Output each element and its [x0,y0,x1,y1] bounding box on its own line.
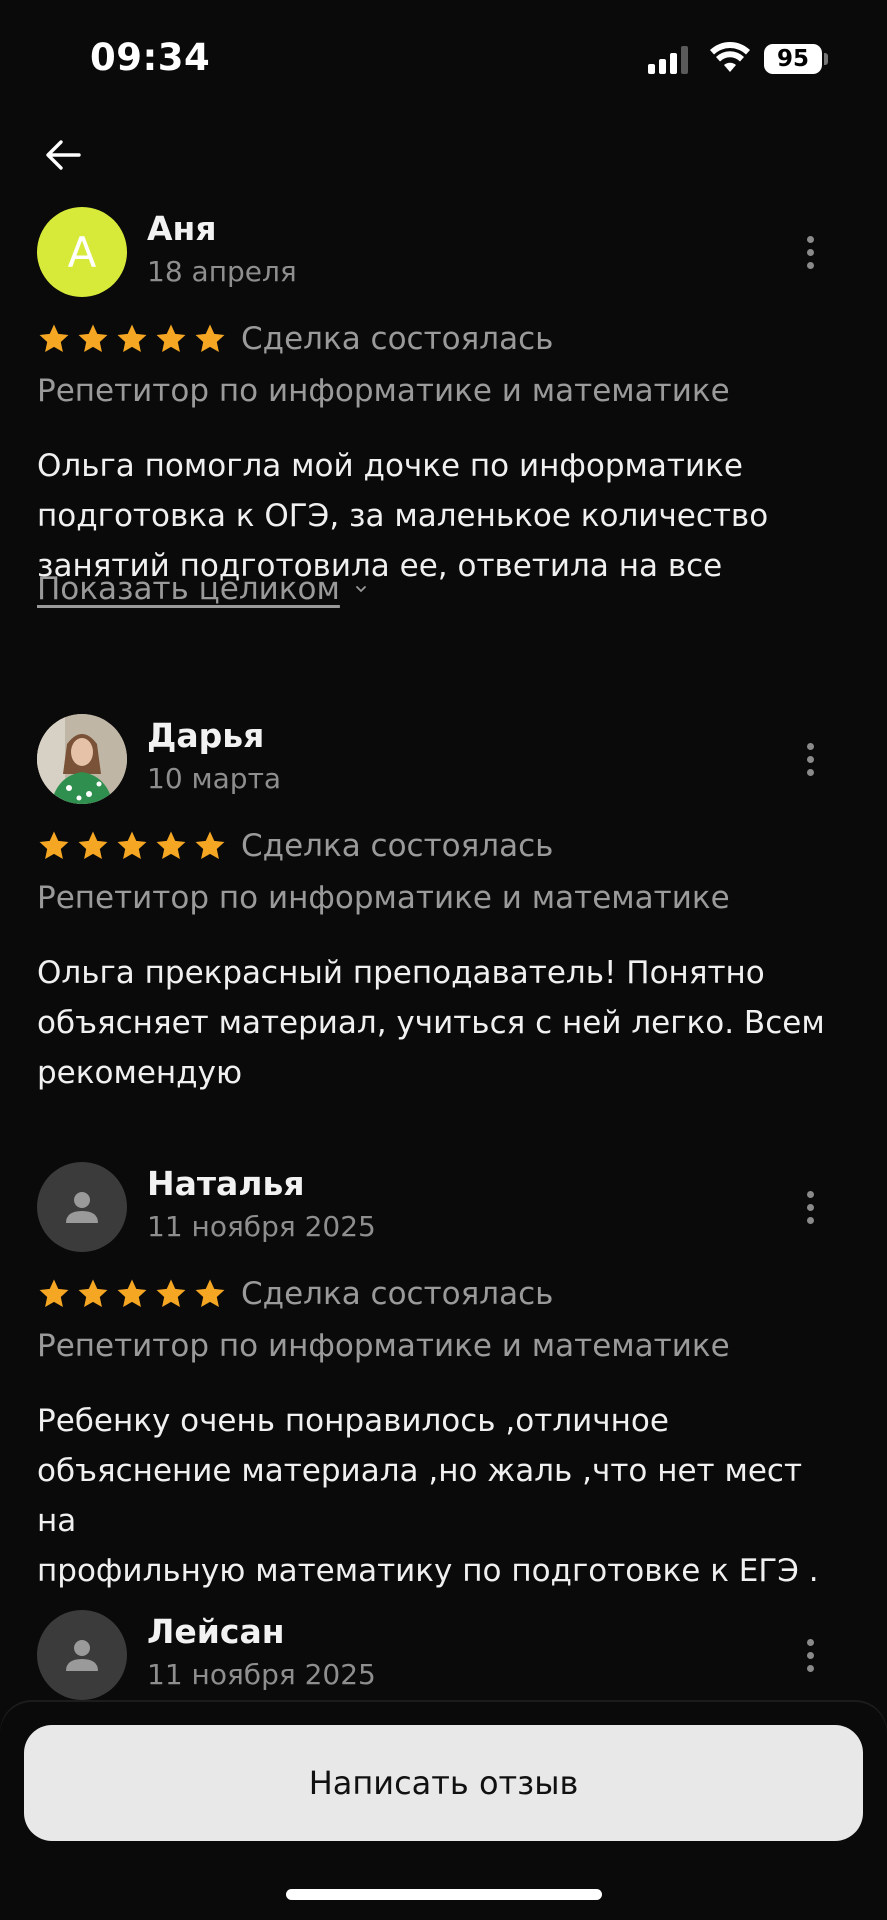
battery-level: 95 [764,44,822,74]
review-card: А Аня 18 апреля Сделка состоялась Репети… [37,207,850,647]
avatar-photo [37,714,127,804]
avatar-letter: А [67,227,97,277]
review-card: Наталья 11 ноября 2025 Сделка состоялась… [37,1162,850,1589]
star-icon [195,831,225,860]
show-more-label: Показать целиком [37,571,340,607]
home-indicator[interactable] [286,1889,602,1900]
star-icon [195,324,225,353]
write-review-button[interactable]: Написать отзыв [24,1725,863,1841]
avatar[interactable] [37,1610,127,1700]
review-text: Ребенку очень понравилось ,отличное объя… [37,1403,819,1589]
author-name[interactable]: Лейсан [147,1612,285,1651]
star-icon [195,1279,225,1308]
status-time: 09:34 [90,36,211,79]
deal-status: Сделка состоялась [241,1276,554,1312]
service-name: Репетитор по информатике и математике [37,880,730,916]
star-icon [156,831,186,860]
star-icon [78,324,108,353]
author-name[interactable]: Аня [147,209,217,248]
rating-row: Сделка состоялась [37,826,553,866]
star-icon [39,1279,69,1308]
star-rating [37,1277,227,1311]
show-full-review-link[interactable]: Показать целиком [37,571,368,607]
author-name[interactable]: Дарья [147,716,264,755]
star-icon [117,831,147,860]
star-rating [37,322,227,356]
review-text: Ольга помогла мой дочке по информатике п… [37,448,769,584]
deal-status: Сделка состоялась [241,828,554,864]
star-icon [156,324,186,353]
avatar[interactable] [37,714,127,804]
star-icon [117,324,147,353]
author-name[interactable]: Наталья [147,1164,305,1203]
review-text: Ольга прекрасный преподаватель! Понятно … [37,955,825,1091]
star-icon [78,1279,108,1308]
review-date: 10 марта [147,762,282,795]
rating-row: Сделка состоялась [37,1274,553,1314]
review-card: Дарья 10 марта Сделка состоялась Репетит… [37,714,850,1114]
star-icon [39,831,69,860]
arrow-left-icon [46,140,81,170]
wifi-icon [710,42,750,72]
back-button[interactable] [36,128,90,182]
star-icon [78,831,108,860]
more-options-button[interactable] [795,1630,825,1680]
user-placeholder-icon [66,1640,98,1671]
more-options-button[interactable] [795,1182,825,1232]
review-date: 18 апреля [147,255,297,288]
more-options-button[interactable] [795,227,825,277]
cellular-signal-icon [648,46,692,74]
avatar[interactable]: А [37,207,127,297]
review-date: 11 ноября 2025 [147,1658,376,1691]
star-icon [39,324,69,353]
star-rating [37,829,227,863]
service-name: Репетитор по информатике и математике [37,373,730,409]
avatar[interactable] [37,1162,127,1252]
status-bar: 09:34 95 [0,0,887,118]
rating-row: Сделка состоялась [37,319,553,359]
user-placeholder-icon [66,1192,98,1223]
star-icon [117,1279,147,1308]
chevron-down-icon [355,586,366,593]
service-name: Репетитор по информатике и математике [37,1328,730,1364]
star-icon [156,1279,186,1308]
deal-status: Сделка состоялась [241,321,554,357]
battery-cap [824,53,828,65]
review-date: 11 ноября 2025 [147,1210,376,1243]
more-options-button[interactable] [795,734,825,784]
